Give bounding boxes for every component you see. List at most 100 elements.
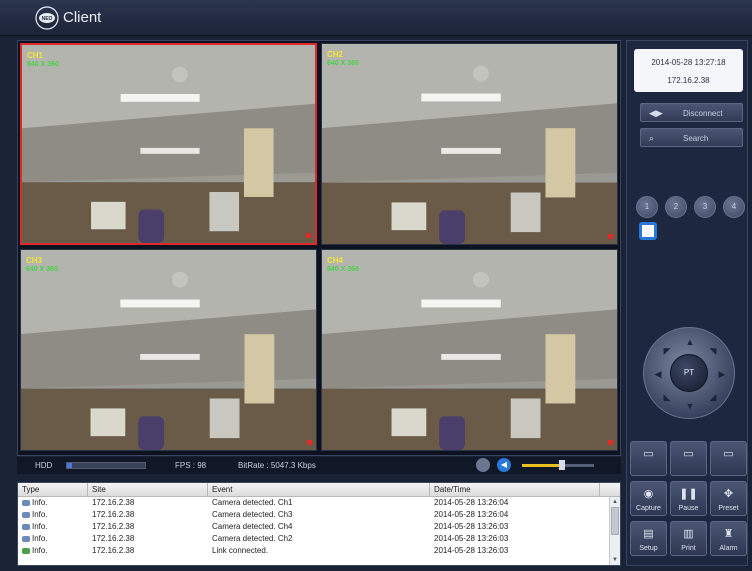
camera-icon: ◉ [643,488,654,500]
ptz-center-button[interactable]: PT [670,354,708,392]
record-indicator [307,440,312,445]
camera-label: CH4 [327,256,344,265]
camera-view-ch1[interactable]: CH1 640 X 360 [20,43,317,245]
layout-split-button[interactable]: ▭ [670,441,707,476]
row-type: Info. [32,534,48,543]
layout-full-button[interactable]: ▭ [710,441,747,476]
layout-single-button[interactable]: ▭ [630,441,667,476]
row-event: Camera detected. Ch3 [212,510,293,519]
preset-button[interactable]: ✥ Preset [710,481,747,516]
column-header-type[interactable]: Type [18,483,88,496]
ptz-up-left-icon[interactable]: ◤ [661,345,673,357]
ptz-down-right-icon[interactable]: ◢ [707,391,719,403]
row-type: Info. [32,510,48,519]
camera-resolution: 640 X 360 [26,266,58,273]
alarm-button[interactable]: ♜ Alarm [710,521,747,556]
channel-button-1[interactable]: 1 [636,196,658,218]
camera-feed-image [322,250,617,450]
preset-label: Preset [718,505,739,512]
info-icon [22,523,30,530]
title-bar: NEO Client [0,0,752,36]
table-row[interactable]: Info. 172.16.2.38 Camera detected. Ch2 2… [18,533,620,545]
ptz-up-right-icon[interactable]: ◥ [707,345,719,357]
camera-view-ch3[interactable]: CH3 640 X 360 [20,249,317,451]
table-row[interactable]: Info. 172.16.2.38 Camera detected. Ch3 2… [18,509,620,521]
link-icon [22,547,30,554]
info-icon [22,511,30,518]
setup-button[interactable]: ▤ Setup [630,521,667,556]
ptz-left-icon[interactable]: ◀ [652,368,664,380]
table-row[interactable]: Info. 172.16.2.38 Camera detected. Ch4 2… [18,521,620,533]
column-header-datetime[interactable]: Date/Time [430,483,600,496]
ptz-right-icon[interactable]: ▶ [716,368,728,380]
hdd-label: HDD [35,461,53,470]
row-event: Camera detected. Ch4 [212,522,293,531]
row-datetime: 2014-05-28 13:26:04 [434,498,509,507]
row-site: 172.16.2.38 [92,534,135,543]
camera-resolution: 640 X 360 [327,60,359,67]
record-indicator [306,233,311,238]
info-icon [22,499,30,506]
column-header-site[interactable]: Site [88,483,208,496]
globe-icon[interactable] [476,458,490,472]
pause-icon: ❚❚ [679,488,698,500]
volume-slider-thumb[interactable] [558,460,565,470]
svg-text:NEO: NEO [42,16,53,22]
bitrate-readout: BitRate : 5047.3 Kbps [238,461,316,470]
column-header-event[interactable]: Event [208,483,430,496]
row-site: 172.16.2.38 [92,510,135,519]
preset-icon: ✥ [723,488,734,500]
channel-button-3[interactable]: 3 [694,196,716,218]
camera-feed-image [21,250,316,450]
row-site: 172.16.2.38 [92,546,135,555]
capture-button[interactable]: ◉ Capture [630,481,667,516]
ptz-down-icon[interactable]: ▼ [684,400,696,412]
row-datetime: 2014-05-28 13:26:03 [434,522,509,531]
table-row[interactable]: Info. 172.16.2.38 Link connected. 2014-0… [18,545,620,557]
scroll-down-arrow-icon[interactable]: ▼ [611,556,619,564]
scroll-up-arrow-icon[interactable]: ▲ [611,498,619,506]
setup-icon: ▤ [643,528,654,540]
log-header: Type Site Event Date/Time [18,483,620,497]
fps-readout: FPS : 98 [175,461,207,470]
monitor-full-icon: ▭ [723,448,734,460]
camera-resolution: 640 X 360 [327,266,359,273]
row-datetime: 2014-05-28 13:26:04 [434,510,509,519]
channel-button-4[interactable]: 4 [723,196,745,218]
monitor-split-icon: ▭ [683,448,694,460]
disconnect-button[interactable]: ◀▶ Disconnect [640,103,743,122]
row-datetime: 2014-05-28 13:26:03 [434,546,509,555]
speaker-icon[interactable]: ◀ [497,458,511,472]
camera-feed-image [322,44,617,244]
scroll-thumb[interactable] [611,507,619,535]
pause-button[interactable]: ❚❚ Pause [670,481,707,516]
ptz-down-left-icon[interactable]: ◣ [661,391,673,403]
print-button[interactable]: ▥ Print [670,521,707,556]
volume-slider[interactable] [522,460,594,470]
disconnect-icon: ◀▶ [649,108,663,118]
log-scrollbar[interactable]: ▲ ▼ [609,497,620,565]
print-label: Print [681,545,696,552]
pause-label: Pause [678,505,699,512]
video-grid: CH1 640 X 360 CH2 640 X 360 CH3 640 X 36… [17,40,621,456]
channel-button-2[interactable]: 2 [665,196,687,218]
row-event: Camera detected. Ch2 [212,534,293,543]
status-bar: HDD FPS : 98 BitRate : 5047.3 Kbps ◀ [17,457,621,474]
quad-view-icon[interactable] [639,222,657,240]
ptz-up-icon[interactable]: ▲ [684,336,696,348]
camera-feed-image [22,45,315,243]
setup-label: Setup [639,545,658,552]
search-button[interactable]: ⌕ Search [640,128,743,147]
row-event: Camera detected. Ch1 [212,498,293,507]
table-row[interactable]: Info. 172.16.2.38 Camera detected. Ch1 2… [18,497,620,509]
monitor-icon: ▭ [643,448,654,460]
row-datetime: 2014-05-28 13:26:03 [434,534,509,543]
alarm-label: Alarm [719,545,738,552]
ptz-joystick[interactable]: ▲ ▼ ◀ ▶ ◤ ◥ ◣ ◢ PT [643,327,735,419]
camera-view-ch4[interactable]: CH4 640 X 360 [321,249,618,451]
search-label: Search [683,134,709,143]
row-type: Info. [32,498,48,507]
camera-view-ch2[interactable]: CH2 640 X 360 [321,43,618,245]
row-site: 172.16.2.38 [92,498,135,507]
app-logo: NEO [34,6,60,30]
